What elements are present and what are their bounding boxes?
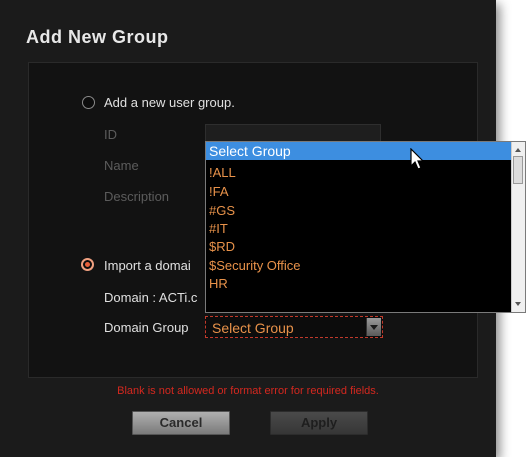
mouse-cursor-icon (410, 148, 425, 170)
scroll-down-icon[interactable] (515, 302, 521, 306)
chevron-down-icon[interactable] (366, 318, 381, 336)
dropdown-option[interactable]: #IT (209, 220, 228, 238)
dialog-title: Add New Group (26, 27, 169, 47)
scroll-thumb[interactable] (513, 156, 523, 184)
apply-button[interactable]: Apply (270, 411, 368, 435)
dropdown-scrollbar[interactable] (511, 142, 525, 312)
import-domain-radio[interactable] (81, 258, 94, 271)
domain-group-label: Domain Group (104, 320, 189, 335)
id-label: ID (104, 127, 117, 142)
domain-group-select[interactable]: Select Group (205, 316, 383, 338)
dropdown-option[interactable]: $RD (209, 238, 235, 256)
domain-group-value: Select Group (212, 320, 294, 336)
cancel-button[interactable]: Cancel (132, 411, 230, 435)
dropdown-option[interactable]: HR (209, 275, 228, 293)
dropdown-option[interactable]: !FA (209, 183, 229, 201)
new-group-label: Add a new user group. (104, 95, 235, 110)
name-label: Name (104, 158, 139, 173)
dropdown-option[interactable]: $Security Office (209, 257, 301, 275)
dropdown-option-selected[interactable]: Select Group (206, 142, 511, 160)
scroll-up-icon[interactable] (515, 148, 521, 152)
domain-label: Domain : ACTi.c (104, 290, 198, 305)
description-label: Description (104, 189, 170, 204)
dropdown-option[interactable]: !ALL (209, 164, 236, 182)
new-group-radio[interactable] (82, 96, 95, 109)
error-message: Blank is not allowed or format error for… (117, 385, 379, 397)
dropdown-option[interactable]: #GS (209, 202, 235, 220)
domain-group-dropdown-list[interactable]: Select Group !ALL !FA #GS #IT $RD $Secur… (205, 141, 526, 313)
import-domain-label: Import a domai (104, 258, 191, 273)
